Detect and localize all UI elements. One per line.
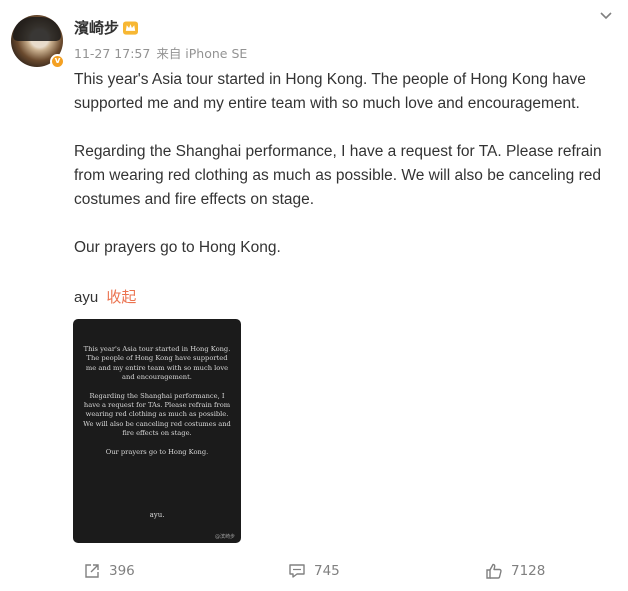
signature-row: ayu 收起	[74, 286, 136, 307]
action-bar: 396 745 7128	[0, 556, 628, 588]
post-paragraph: Regarding the Shanghai performance, I ha…	[74, 143, 602, 208]
share-icon	[85, 564, 99, 578]
avatar-hat-shape	[13, 17, 61, 41]
comment-count: 745	[314, 563, 340, 579]
post-paragraph: This year's Asia tour started in Hong Ko…	[74, 71, 586, 112]
post-source: 来自 iPhone SE	[156, 46, 248, 61]
post-paragraph: Our prayers go to Hong Kong.	[74, 239, 281, 256]
comment-icon	[289, 564, 305, 578]
post-signature: ayu	[74, 289, 99, 306]
share-button[interactable]: 396	[83, 562, 135, 580]
author-avatar[interactable]: v	[11, 15, 65, 69]
image-paragraph: Regarding the Shanghai performance, I ha…	[83, 391, 231, 438]
member-crown-icon[interactable]	[123, 21, 138, 35]
verified-badge-icon: v	[50, 54, 65, 69]
post-body: This year's Asia tour started in Hong Ko…	[74, 68, 619, 284]
image-paragraph: This year's Asia tour started in Hong Ko…	[83, 345, 231, 382]
author-name[interactable]: 濱崎步	[74, 17, 119, 38]
like-button[interactable]: 7128	[485, 562, 545, 580]
image-watermark: @滨崎步	[214, 534, 235, 540]
share-count: 396	[109, 563, 135, 579]
collapse-link[interactable]: 收起	[106, 289, 136, 306]
post-image[interactable]: This year's Asia tour started in Hong Ko…	[73, 319, 241, 543]
thumbs-up-icon	[486, 563, 502, 579]
image-signature: ayu.	[149, 511, 165, 519]
post-meta: 11-27 17:57 来自 iPhone SE	[74, 43, 249, 62]
post-timestamp[interactable]: 11-27 17:57	[74, 46, 150, 61]
comment-button[interactable]: 745	[288, 562, 340, 580]
chevron-down-icon[interactable]	[598, 8, 614, 24]
image-text: This year's Asia tour started in Hong Ko…	[83, 345, 231, 466]
like-count: 7128	[511, 563, 546, 579]
image-paragraph: Our prayers go to Hong Kong.	[105, 447, 209, 456]
